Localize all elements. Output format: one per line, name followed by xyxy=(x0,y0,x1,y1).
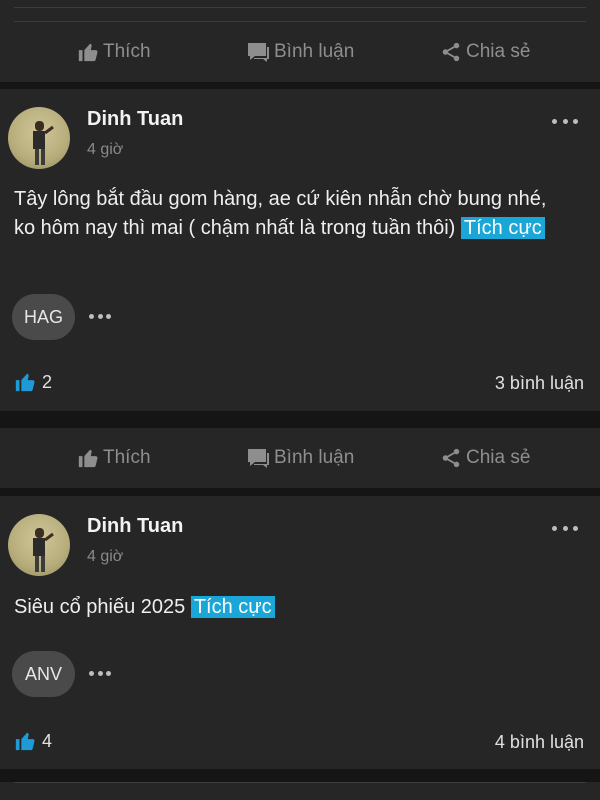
thumbs-up-icon xyxy=(78,449,98,468)
like-count[interactable]: 2 xyxy=(14,371,52,393)
like-count-value: 2 xyxy=(42,371,53,392)
more-dots-icon[interactable] xyxy=(552,115,578,127)
comment-count[interactable]: 3 bình luận xyxy=(495,373,584,394)
like-label: Thích xyxy=(103,447,151,468)
like-button[interactable]: Thích xyxy=(77,428,151,488)
avatar[interactable] xyxy=(8,107,70,169)
like-button[interactable]: Thích xyxy=(77,22,151,82)
divider xyxy=(14,782,586,783)
sentiment-badge: Tích cực xyxy=(190,596,275,618)
share-icon xyxy=(442,448,460,468)
author-name[interactable]: Dinh Tuan xyxy=(87,515,183,538)
post-card: Dinh Tuan 4 giờ Siêu cổ phiếu 2025 Tích … xyxy=(0,496,600,769)
action-bar: Thích Bình luận Chia sẻ xyxy=(0,428,600,488)
comment-button[interactable]: Bình luận xyxy=(246,22,354,82)
more-dots-icon[interactable] xyxy=(552,522,578,534)
share-button[interactable]: Chia sẻ xyxy=(440,22,530,82)
ticker-tag[interactable]: ANV xyxy=(12,651,75,697)
action-bar: Thích Bình luận Chia sẻ xyxy=(0,22,600,82)
share-button[interactable]: Chia sẻ xyxy=(440,428,530,488)
post-time: 4 giờ xyxy=(87,548,124,565)
thumbs-up-icon xyxy=(78,43,98,62)
thumbs-up-icon xyxy=(15,373,35,392)
post-text: Tây lông bắt đầu gom hàng, ae cứ kiên nh… xyxy=(14,188,547,239)
share-label: Chia sẻ xyxy=(466,41,531,62)
share-label: Chia sẻ xyxy=(466,447,531,468)
author-name[interactable]: Dinh Tuan xyxy=(87,108,183,131)
like-label: Thích xyxy=(103,41,151,62)
comment-label: Bình luận xyxy=(274,41,355,62)
more-dots-icon[interactable] xyxy=(89,669,111,677)
like-count-value: 4 xyxy=(42,730,53,751)
comment-icon xyxy=(248,449,269,468)
like-count[interactable]: 4 xyxy=(14,730,52,752)
next-post-card xyxy=(0,782,600,800)
comment-label: Bình luận xyxy=(274,447,355,468)
divider xyxy=(14,7,586,8)
avatar[interactable] xyxy=(8,514,70,576)
post-time: 4 giờ xyxy=(87,141,124,158)
ticker-tag[interactable]: HAG xyxy=(12,294,75,340)
post-text: Siêu cổ phiếu 2025 Tích cực xyxy=(14,593,560,622)
comment-icon xyxy=(248,43,269,62)
share-icon xyxy=(442,42,460,62)
more-dots-icon[interactable] xyxy=(89,312,111,320)
sentiment-badge: Tích cực xyxy=(460,217,545,239)
comment-button[interactable]: Bình luận xyxy=(246,428,354,488)
comment-count[interactable]: 4 bình luận xyxy=(495,732,584,753)
post-card: Dinh Tuan 4 giờ Tây lông bắt đầu gom hàn… xyxy=(0,89,600,411)
thumbs-up-icon xyxy=(15,732,35,751)
